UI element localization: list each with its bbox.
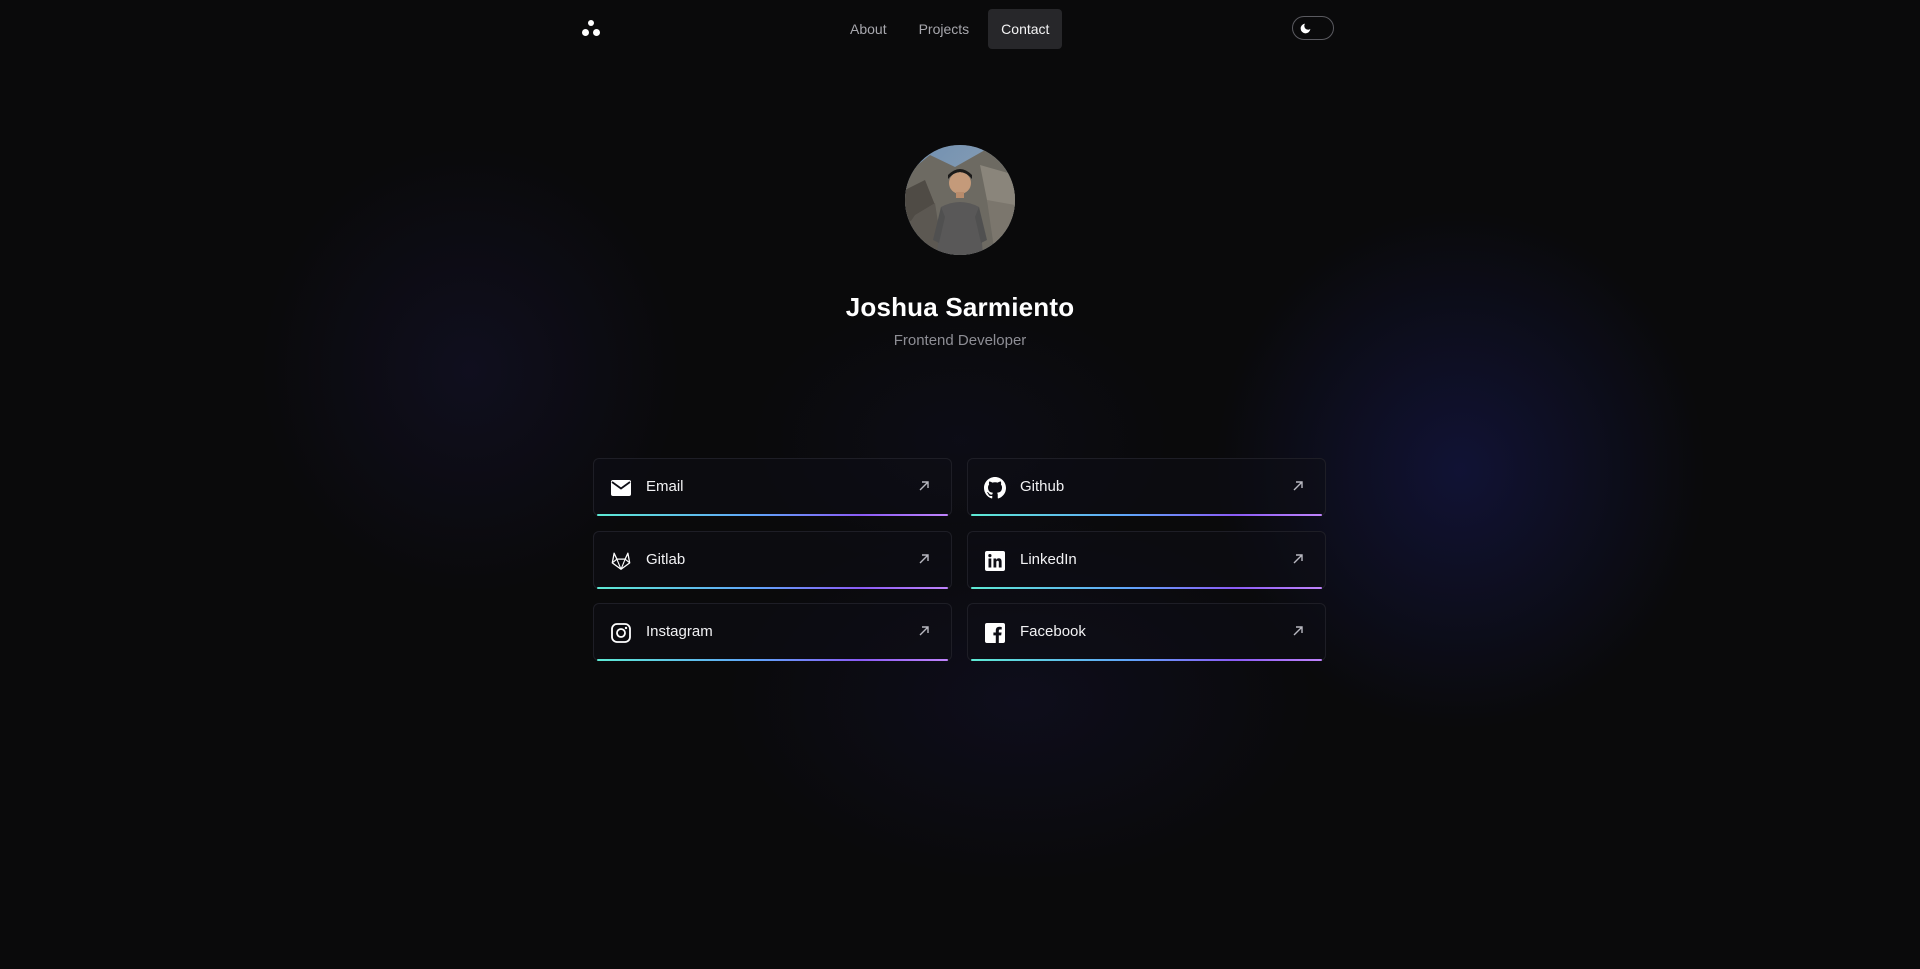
email-link-label: Email bbox=[646, 478, 684, 495]
logo-icon[interactable] bbox=[582, 18, 602, 40]
instagram-icon bbox=[610, 622, 632, 644]
linkedin-link-label: LinkedIn bbox=[1020, 551, 1077, 568]
email-link-card[interactable]: Email bbox=[593, 458, 952, 516]
arrow-up-right-icon bbox=[1293, 481, 1303, 491]
gradient-underline bbox=[597, 659, 948, 661]
contact-page: About Projects Contact Joshua Sarmiento … bbox=[0, 0, 1920, 969]
main-nav: About Projects Contact bbox=[837, 9, 1063, 49]
gradient-underline bbox=[971, 587, 1322, 589]
arrow-up-right-icon bbox=[1293, 626, 1303, 636]
theme-toggle[interactable] bbox=[1292, 16, 1334, 40]
github-icon bbox=[984, 477, 1006, 499]
profile-name: Joshua Sarmiento bbox=[845, 292, 1075, 322]
arrow-up-right-icon bbox=[919, 481, 929, 491]
github-link-card[interactable]: Github bbox=[967, 458, 1326, 516]
nav-projects[interactable]: Projects bbox=[906, 9, 983, 49]
gitlab-link-card[interactable]: Gitlab bbox=[593, 531, 952, 589]
gradient-underline bbox=[597, 514, 948, 516]
facebook-link-card[interactable]: Facebook bbox=[967, 603, 1326, 661]
mail-icon bbox=[610, 477, 632, 499]
avatar bbox=[905, 145, 1015, 255]
gradient-underline bbox=[971, 514, 1322, 516]
moon-icon bbox=[1296, 19, 1314, 37]
profile-role: Frontend Developer bbox=[893, 332, 1027, 349]
arrow-up-right-icon bbox=[1293, 554, 1303, 564]
linkedin-icon bbox=[984, 550, 1006, 572]
linkedin-link-card[interactable]: LinkedIn bbox=[967, 531, 1326, 589]
github-link-label: Github bbox=[1020, 478, 1065, 495]
gradient-underline bbox=[597, 587, 948, 589]
facebook-link-label: Facebook bbox=[1020, 623, 1086, 640]
arrow-up-right-icon bbox=[919, 554, 929, 564]
nav-about[interactable]: About bbox=[837, 9, 900, 49]
instagram-link-label: Instagram bbox=[646, 623, 713, 640]
gradient-underline bbox=[971, 659, 1322, 661]
nav-contact[interactable]: Contact bbox=[988, 9, 1063, 49]
gitlab-icon bbox=[610, 550, 632, 572]
arrow-up-right-icon bbox=[919, 626, 929, 636]
gitlab-link-label: Gitlab bbox=[646, 551, 686, 568]
facebook-icon bbox=[984, 622, 1006, 644]
instagram-link-card[interactable]: Instagram bbox=[593, 603, 952, 661]
